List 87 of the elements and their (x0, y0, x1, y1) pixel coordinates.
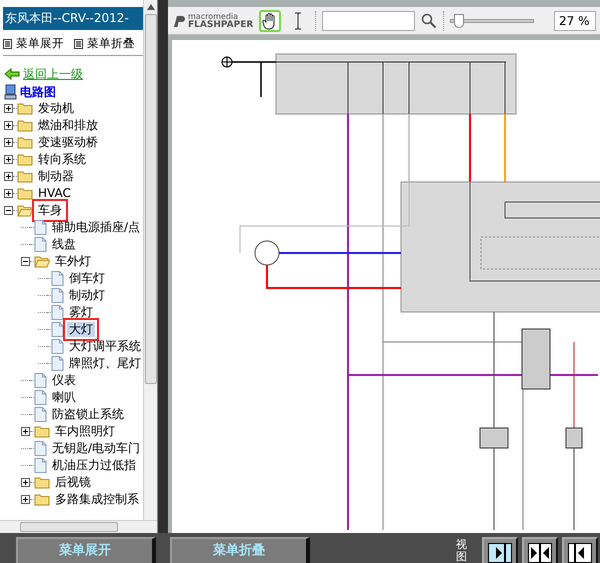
folder-icon (17, 136, 33, 149)
document-icon (51, 356, 64, 371)
folder-icon (17, 204, 33, 217)
tree-item[interactable]: 制动灯 (67, 288, 107, 303)
sidebar-title: 东风本田--CRV--2012- (3, 7, 144, 30)
view-button[interactable] (562, 537, 598, 563)
view-button[interactable] (522, 537, 558, 563)
scroll-thumb[interactable] (144, 14, 157, 384)
expand-icon[interactable] (4, 155, 13, 164)
tree-item[interactable]: 机油压力过低指 (50, 458, 138, 473)
zoom-field[interactable]: 27 % (554, 10, 596, 30)
document-icon (51, 339, 64, 354)
document-icon (34, 390, 47, 405)
document-icon (34, 220, 47, 235)
tree-item[interactable]: 制动器 (36, 169, 76, 184)
back-arrow-icon (4, 68, 20, 80)
expand-icon[interactable] (21, 427, 30, 436)
menu-button[interactable]: 菜单展开 (3, 34, 64, 52)
expand-icon[interactable] (4, 121, 13, 130)
document-icon (51, 288, 64, 303)
list-icon (3, 38, 12, 48)
tree-item[interactable]: 倒车灯 (67, 271, 107, 286)
tree-item[interactable]: 喇叭 (50, 390, 78, 405)
folder-icon (17, 187, 33, 200)
zoom-slider-thumb[interactable] (454, 14, 464, 28)
document-icon (51, 322, 64, 337)
document-icon (34, 237, 47, 252)
tree-item[interactable]: 大灯 (67, 322, 95, 337)
tree-item[interactable]: 雾灯 (67, 305, 95, 320)
zoom-slider[interactable] (450, 12, 534, 28)
logo-icon (172, 14, 186, 28)
horizontal-scrollbar[interactable] (0, 520, 158, 533)
collapse-icon[interactable] (21, 257, 30, 266)
text-cursor-icon (293, 12, 304, 30)
tree-item[interactable]: 大灯调平系统 (67, 339, 143, 354)
folder-icon (17, 102, 33, 115)
tree-item[interactable]: 发动机 (36, 101, 76, 116)
document-icon (34, 373, 47, 388)
folder-icon (34, 255, 50, 268)
tree-item[interactable]: 车内照明灯 (53, 424, 117, 439)
scroll-thumb[interactable] (20, 522, 118, 532)
tree-root[interactable]: 电路图 (20, 82, 56, 100)
tree-item[interactable]: 后视镜 (53, 475, 93, 490)
tree-item[interactable]: 无钥匙/电动车门 (50, 441, 142, 456)
tree-item[interactable]: 辅助电源插座/点 (50, 220, 142, 235)
computer-icon (4, 84, 17, 100)
view-button[interactable] (482, 537, 518, 563)
expand-icon[interactable] (4, 172, 13, 181)
folder-icon (34, 425, 50, 438)
tree-item[interactable]: 多路集成控制系 (53, 492, 141, 507)
expand-icon[interactable] (21, 478, 30, 487)
folder-icon (34, 493, 50, 506)
view-label: 视图 (456, 539, 468, 563)
document-icon (34, 441, 47, 456)
document-icon (34, 458, 47, 473)
search-icon[interactable] (421, 12, 438, 28)
folder-icon (17, 119, 33, 132)
scroll-up-icon[interactable] (146, 4, 155, 10)
expand-icon[interactable] (4, 104, 13, 113)
tree-item[interactable]: 燃油和排放 (36, 118, 100, 133)
expand-icon[interactable] (4, 189, 13, 198)
tree-item[interactable]: 车外灯 (53, 254, 93, 269)
list-icon (74, 38, 83, 48)
folder-icon (17, 153, 33, 166)
tree-item[interactable]: 转向系统 (36, 152, 88, 167)
vertical-scrollbar[interactable] (143, 0, 158, 520)
document-icon (51, 305, 64, 320)
search-field[interactable] (322, 10, 416, 30)
logo-text: FLASHPAPER (188, 20, 254, 30)
logo-text: macromedia (188, 12, 238, 20)
folder-icon (17, 170, 33, 183)
collapse-icon[interactable] (4, 206, 13, 215)
hand-tool-button[interactable] (259, 10, 282, 32)
split-view-icon (530, 543, 550, 563)
expand-icon[interactable] (4, 138, 13, 147)
tree-item[interactable]: 变速驱动桥 (36, 135, 100, 150)
tree-item[interactable]: HVAC (36, 186, 73, 201)
tree-item[interactable]: 防盗锁止系统 (50, 407, 126, 422)
document-icon (51, 271, 64, 286)
folder-icon (34, 476, 50, 489)
back-link[interactable]: 返回上一级 (23, 65, 83, 83)
expand-icon[interactable] (21, 495, 30, 504)
tree-item[interactable]: 仪表 (50, 373, 78, 388)
tree-item[interactable]: 牌照灯、尾灯 (67, 356, 143, 371)
tree-item[interactable]: 线盘 (50, 237, 78, 252)
menu-button[interactable]: 菜单折叠 (74, 34, 135, 52)
document-icon (34, 407, 47, 422)
